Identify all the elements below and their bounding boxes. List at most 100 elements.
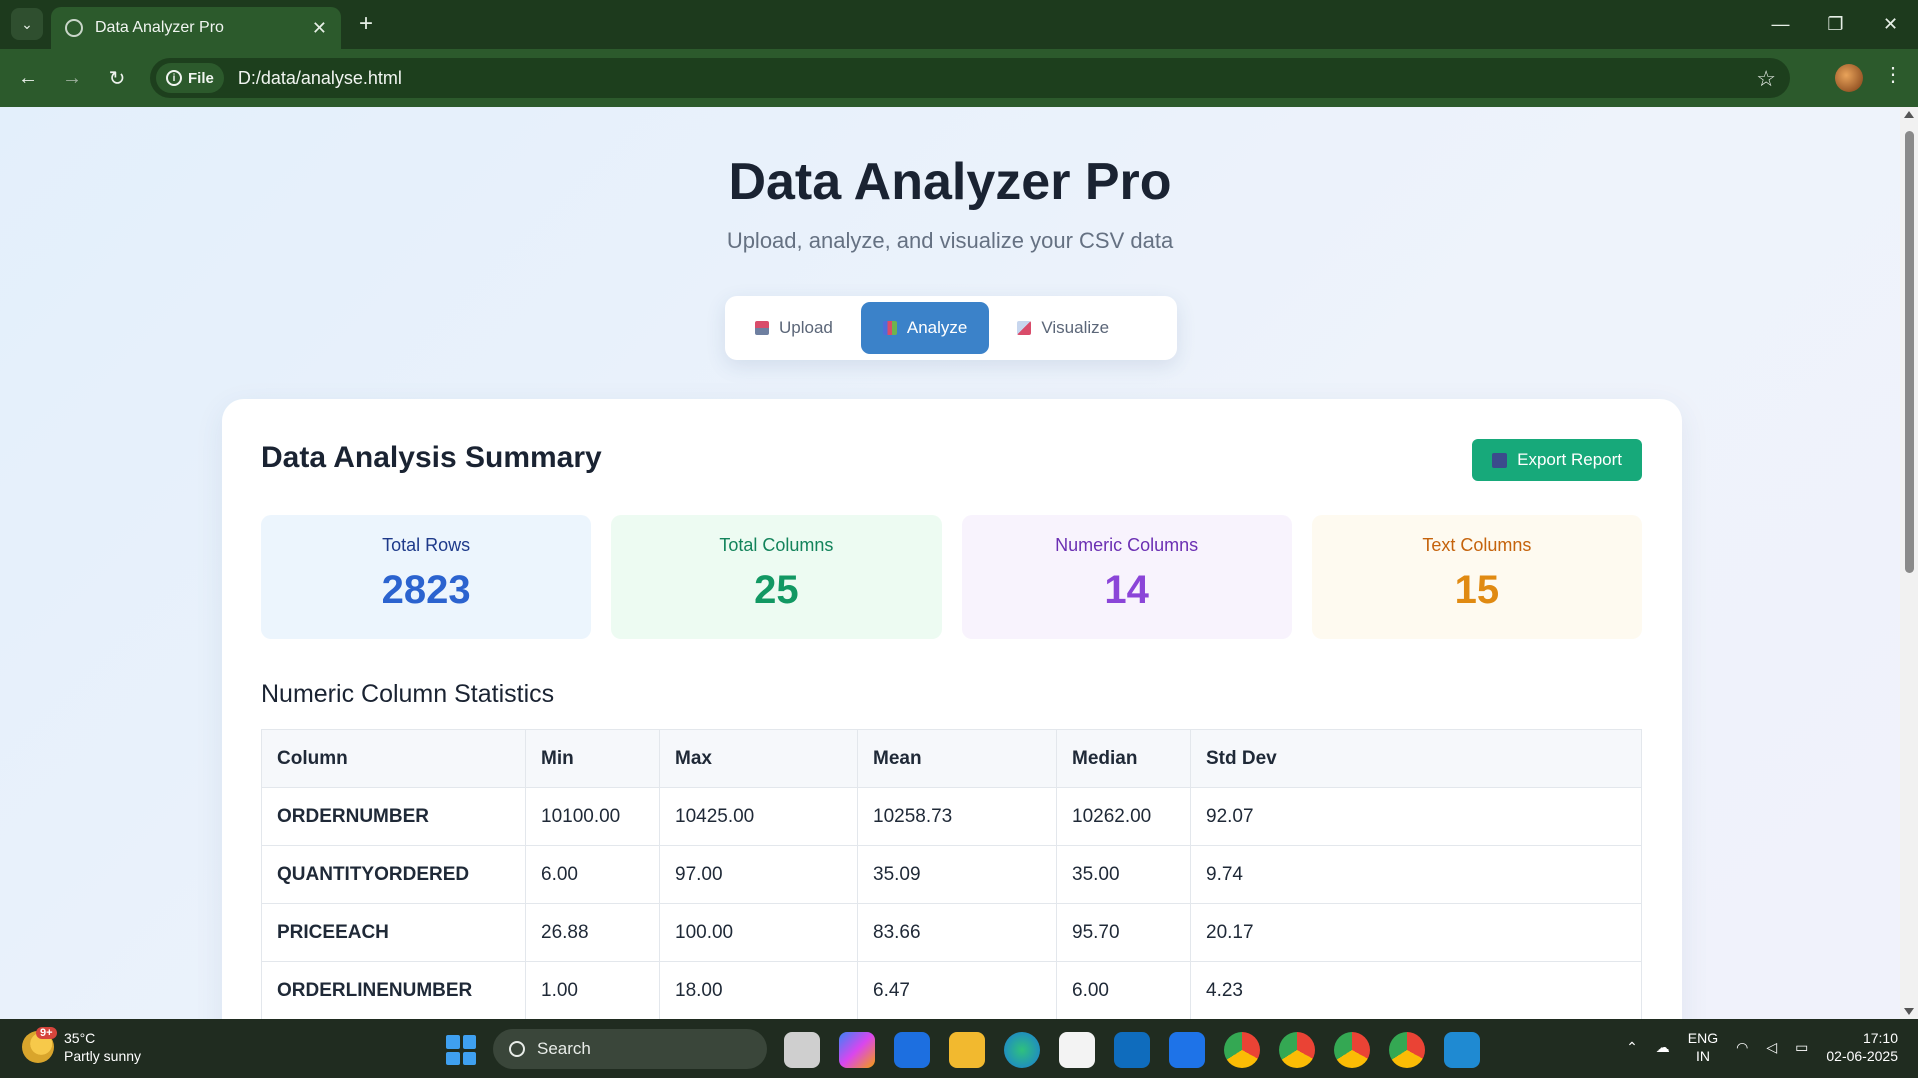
copilot-icon[interactable] [839,1032,875,1068]
table-row: QUANTITYORDERED 6.00 97.00 35.09 35.00 9… [261,845,1642,904]
chrome-profile-icon[interactable] [1334,1032,1370,1068]
table-cell: 18.00 [659,961,858,1019]
numeric-stats-title: Numeric Column Statistics [261,680,555,708]
table-header-row: Column Min Max Mean Median Std Dev [261,729,1642,788]
h-app-icon[interactable] [1169,1032,1205,1068]
table-cell: ORDERLINENUMBER [261,961,526,1019]
table-cell: 6.00 [525,845,660,904]
table-cell: 35.09 [857,845,1057,904]
column-header: Median [1056,729,1191,788]
page-title: Data Analyzer Pro [728,153,1172,211]
close-window-button[interactable]: ✕ [1863,0,1918,49]
edge-icon[interactable] [1004,1032,1040,1068]
chrome-icon[interactable] [1224,1032,1260,1068]
tab-search-button[interactable]: ⌄ [11,8,43,40]
stat-value: 25 [754,568,799,612]
info-icon: i [166,70,182,86]
summary-stats: Total Rows 2823 Total Columns 25 Numeric… [261,515,1642,639]
site-info-chip[interactable]: i File [156,63,224,93]
table-cell: ORDERNUMBER [261,787,526,846]
table-cell: 10100.00 [525,787,660,846]
system-tray: ⌃ ☁ ENG IN ◠ ◁ ▭ 17:10 02-06-2025 [1626,1029,1898,1065]
file-explorer-icon[interactable] [949,1032,985,1068]
stat-label: Text Columns [1422,535,1532,555]
window-controls: — ❐ ✕ [1753,0,1918,49]
time-text: 17:10 [1862,1030,1898,1046]
column-header: Std Dev [1190,729,1642,788]
chrome-active-icon[interactable] [1389,1032,1425,1068]
scroll-down-icon[interactable] [1904,1008,1914,1015]
column-header: Column [261,729,526,788]
column-header: Min [525,729,660,788]
security-icon[interactable] [894,1032,930,1068]
table-cell: 1.00 [525,961,660,1019]
line-chart-icon [1017,321,1032,335]
summary-title: Data Analysis Summary [261,441,602,474]
forward-button[interactable]: → [56,62,88,94]
notification-badge: 9+ [36,1027,57,1039]
profile-avatar[interactable] [1835,64,1863,92]
reload-button[interactable]: ↻ [101,62,133,94]
bookmark-star-icon[interactable]: ☆ [1756,66,1776,92]
chrome-profile-icon[interactable] [1279,1032,1315,1068]
scrollbar-thumb[interactable] [1905,131,1914,573]
store-icon[interactable] [1059,1032,1095,1068]
stat-value: 15 [1454,568,1500,612]
windows-taskbar: 9+ 35°C Partly sunny Search ⌃ ☁ ENG IN ◠… [0,1019,1918,1078]
tab-visualize[interactable]: Visualize [995,302,1131,354]
page-scrollbar[interactable] [1900,107,1918,1019]
export-report-button[interactable]: Export Report [1472,439,1642,481]
table-cell: 10258.73 [857,787,1057,846]
weather-widget[interactable]: 9+ 35°C Partly sunny [22,1027,141,1065]
table-cell: 10262.00 [1056,787,1191,846]
url-text: D:/data/analyse.html [237,67,402,88]
close-icon[interactable]: ✕ [312,18,327,39]
analysis-card: Data Analysis Summary Export Report Tota… [222,399,1682,1019]
volume-icon[interactable]: ◁ [1766,1039,1777,1056]
table-cell: 92.07 [1190,787,1642,846]
start-button[interactable] [446,1035,476,1065]
lang-top: ENG [1687,1030,1719,1046]
task-view-icon[interactable] [784,1032,820,1068]
new-tab-button[interactable]: + [352,10,380,38]
table-row: ORDERLINENUMBER 1.00 18.00 6.47 6.00 4.2… [261,961,1642,1019]
vscode-icon[interactable] [1444,1032,1480,1068]
browser-menu-icon[interactable]: ⋮ [1883,62,1903,87]
restore-button[interactable]: ❐ [1808,0,1863,49]
tab-analyze-label: Analyze [906,318,968,337]
table-cell: 10425.00 [659,787,858,846]
address-bar[interactable]: i File D:/data/analyse.html ☆ [150,58,1790,98]
search-icon [509,1041,525,1057]
tab-upload[interactable]: Upload [733,302,855,354]
browser-tab-strip: ⌄ Data Analyzer Pro ✕ + — ❐ ✕ [0,0,1918,49]
table-cell: 9.74 [1190,845,1642,904]
table-cell: 100.00 [659,903,858,962]
column-header: Mean [857,729,1057,788]
back-button[interactable]: ← [12,62,44,94]
table-cell: PRICEEACH [261,903,526,962]
minimize-button[interactable]: — [1753,0,1808,49]
table-cell: 4.23 [1190,961,1642,1019]
table-cell: 26.88 [525,903,660,962]
language-indicator[interactable]: ENG IN [1688,1029,1718,1065]
floppy-disk-icon [1492,452,1508,468]
export-report-label: Export Report [1517,450,1622,469]
tab-analyze[interactable]: Analyze [860,302,990,354]
taskbar-search[interactable]: Search [493,1029,767,1069]
clock[interactable]: 17:10 02-06-2025 [1826,1029,1898,1065]
bar-chart-icon [882,321,897,335]
chevron-up-icon[interactable]: ⌃ [1626,1039,1638,1056]
temperature-text: 35°C [64,1030,96,1046]
tab-title: Data Analyzer Pro [95,19,224,36]
table-cell: 35.00 [1056,845,1191,904]
onedrive-icon[interactable]: ☁ [1656,1039,1670,1056]
battery-icon[interactable]: ▭ [1795,1039,1808,1056]
chip-label: File [188,69,214,87]
stat-total-columns: Total Columns 25 [611,515,942,639]
column-header: Max [659,729,858,788]
browser-tab[interactable]: Data Analyzer Pro ✕ [51,7,341,49]
wifi-icon[interactable]: ◠ [1736,1039,1748,1056]
page-viewport: Data Analyzer Pro Upload, analyze, and v… [0,107,1900,1019]
outlook-icon[interactable] [1114,1032,1150,1068]
scroll-up-icon[interactable] [1904,111,1914,118]
